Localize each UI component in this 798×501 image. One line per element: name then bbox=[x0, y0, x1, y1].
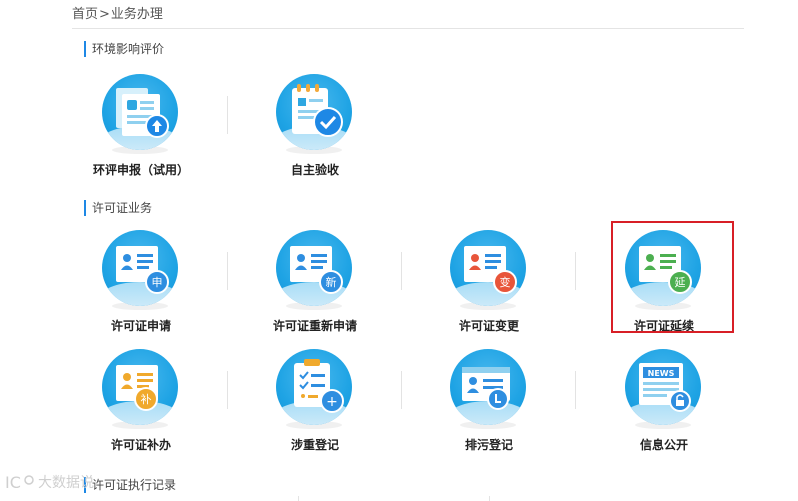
tile-label: 许可证申请 bbox=[110, 319, 171, 333]
tile-label: 涉重登记 bbox=[290, 438, 339, 452]
divider bbox=[575, 371, 576, 409]
tile-label: 排污登记 bbox=[464, 438, 513, 452]
checklist-approval-icon bbox=[292, 84, 343, 137]
breadcrumb-home-link[interactable]: 首页 bbox=[72, 7, 98, 22]
section-title-execution: 许可证执行记录 bbox=[84, 477, 176, 493]
tile-label: 许可证重新申请 bbox=[272, 319, 357, 333]
svg-text:IC: IC bbox=[5, 473, 21, 492]
divider bbox=[227, 96, 228, 134]
breadcrumb-current: 业务办理 bbox=[110, 7, 163, 22]
tile-discharge-registration[interactable]: 排污登记 bbox=[414, 349, 564, 459]
permit-apply-icon: 申 bbox=[116, 246, 169, 294]
tile-label: 许可证变更 bbox=[458, 319, 519, 333]
tile-self-acceptance[interactable]: 自主验收 bbox=[240, 74, 390, 184]
tile-label: 环评申报（试用） bbox=[92, 163, 189, 177]
info-disclosure-icon: NEWS bbox=[639, 363, 691, 412]
tile-label: 许可证延续 bbox=[633, 319, 694, 333]
watermark-logo-icon: IC bbox=[5, 473, 34, 492]
permit-reissue-icon: 补 bbox=[116, 365, 158, 411]
permit-change-icon: 变 bbox=[464, 246, 517, 294]
divider bbox=[575, 252, 576, 290]
tile-info-disclosure[interactable]: NEWS 信息公开 bbox=[589, 349, 739, 459]
tile-permit-reapply[interactable]: 新 许可证重新申请 bbox=[240, 230, 390, 340]
tile-permit-reissue[interactable]: 补 许可证补办 bbox=[66, 349, 216, 459]
tile-label: 信息公开 bbox=[639, 438, 688, 452]
watermark: IC 大数据说 bbox=[5, 472, 94, 496]
tile-label: 许可证补办 bbox=[110, 438, 171, 452]
breadcrumb-separator: > bbox=[99, 7, 110, 22]
divider bbox=[298, 496, 299, 501]
divider bbox=[227, 252, 228, 290]
permit-reapply-icon: 新 bbox=[290, 246, 343, 294]
tile-eia-report[interactable]: 环评申报（试用） bbox=[66, 74, 216, 184]
tile-label: 自主验收 bbox=[290, 163, 339, 177]
badge-text: 申 bbox=[152, 276, 163, 289]
permit-renew-icon: 延 bbox=[639, 246, 692, 294]
news-badge-text: NEWS bbox=[648, 369, 675, 378]
tile-permit-apply[interactable]: 申 许可证申请 bbox=[66, 230, 216, 340]
badge-text: 补 bbox=[141, 393, 152, 406]
badge-text: 新 bbox=[326, 275, 337, 289]
discharge-registration-icon bbox=[462, 367, 510, 410]
divider bbox=[489, 496, 490, 501]
tile-permit-change[interactable]: 变 许可证变更 bbox=[414, 230, 564, 340]
section-title-permit: 许可证业务 bbox=[84, 200, 152, 216]
divider bbox=[401, 252, 402, 290]
upload-report-icon bbox=[116, 88, 169, 138]
watermark-text: 大数据说 bbox=[38, 475, 94, 491]
heavy-metal-registration-icon: + bbox=[294, 359, 344, 413]
tile-heavy-metal-registration[interactable]: + 涉重登记 bbox=[240, 349, 390, 459]
badge-text: 延 bbox=[675, 276, 686, 289]
tile-permit-renew[interactable]: 延 许可证延续 bbox=[589, 230, 739, 340]
badge-text: 变 bbox=[500, 275, 511, 289]
breadcrumb: 首页>业务办理 bbox=[72, 7, 744, 29]
section-title-eia: 环境影响评价 bbox=[84, 41, 164, 57]
divider bbox=[401, 371, 402, 409]
divider bbox=[227, 371, 228, 409]
badge-text: + bbox=[326, 394, 338, 410]
